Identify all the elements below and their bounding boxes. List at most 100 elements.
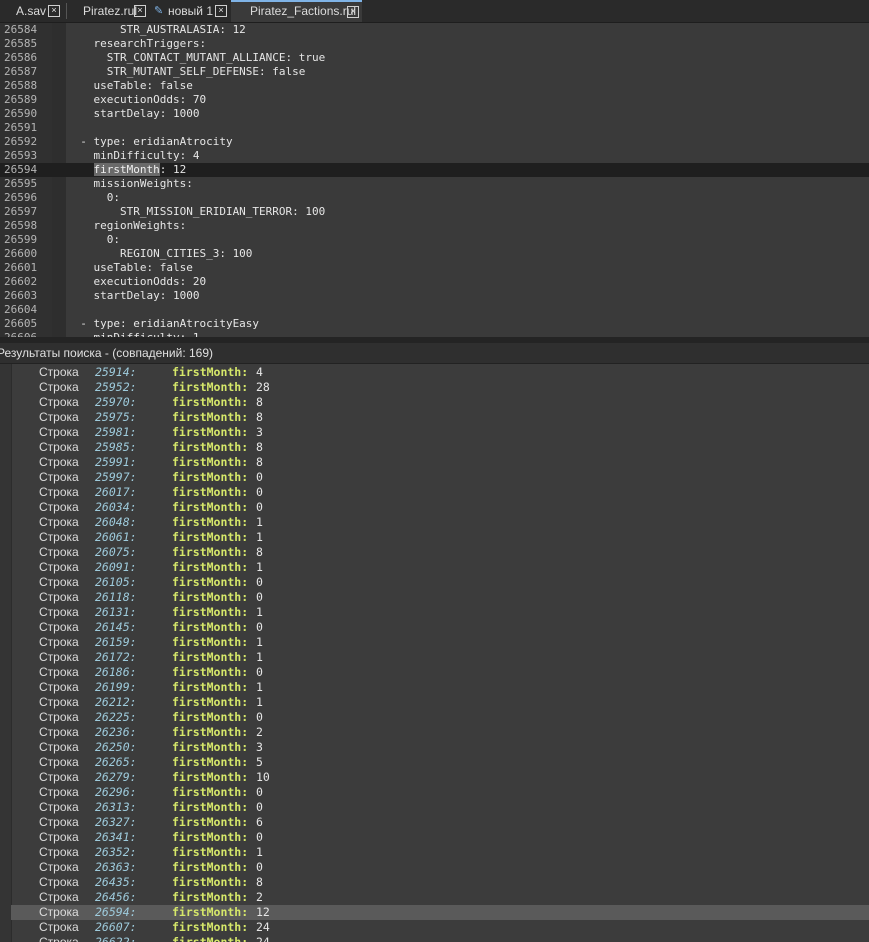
close-icon[interactable]: × — [48, 5, 60, 17]
search-match-highlight: firstMonth — [93, 163, 160, 176]
search-result-row[interactable]: Строка 26186: firstMonth: 0 — [11, 665, 869, 680]
tab-a-sav[interactable]: A.sav × — [0, 0, 63, 22]
search-result-row[interactable]: Строка 26296: firstMonth: 0 — [11, 785, 869, 800]
code-line[interactable]: 26594 firstMonth: 12 — [0, 163, 869, 177]
search-result-row[interactable]: Строка 26017: firstMonth: 0 — [11, 485, 869, 500]
code-line[interactable]: 26593 minDifficulty: 4 — [0, 149, 869, 163]
code-line[interactable]: 26589 executionOdds: 70 — [0, 93, 869, 107]
tab-piratez-factions-rul[interactable]: Piratez_Factions.rul × — [231, 0, 362, 22]
search-result-row[interactable]: Строка 26034: firstMonth: 0 — [11, 500, 869, 515]
code-line[interactable]: 26587 STR_MUTANT_SELF_DEFENSE: false — [0, 65, 869, 79]
code-text: - type: eridianAtrocityEasy — [67, 317, 260, 330]
code-line[interactable]: 26600 REGION_CITIES_3: 100 — [0, 247, 869, 261]
result-line-number: 26594: — [95, 905, 137, 919]
search-result-row[interactable]: Строка 26594: firstMonth: 12 — [11, 905, 869, 920]
result-line-number: 26225: — [95, 710, 137, 724]
search-result-row[interactable]: Строка 26363: firstMonth: 0 — [11, 860, 869, 875]
tab-new-1[interactable]: ✎ новый 1 × — [150, 0, 230, 22]
code-line[interactable]: 26591 — [0, 121, 869, 135]
code-line[interactable]: 26604 — [0, 303, 869, 317]
search-result-row[interactable]: Строка 26105: firstMonth: 0 — [11, 575, 869, 590]
search-result-row[interactable]: Строка 26225: firstMonth: 0 — [11, 710, 869, 725]
search-result-row[interactable]: Строка 26265: firstMonth: 5 — [11, 755, 869, 770]
search-result-row[interactable]: Строка 26091: firstMonth: 1 — [11, 560, 869, 575]
code-line[interactable]: 26597 STR_MISSION_ERIDIAN_TERROR: 100 — [0, 205, 869, 219]
search-result-row[interactable]: Строка 26199: firstMonth: 1 — [11, 680, 869, 695]
code-line[interactable]: 26595 missionWeights: — [0, 177, 869, 191]
search-result-row[interactable]: Строка 26250: firstMonth: 3 — [11, 740, 869, 755]
result-line-number: 26172: — [95, 650, 137, 664]
result-label: Строка — [39, 755, 79, 769]
result-match-key: firstMonth: — [172, 695, 249, 709]
search-result-row[interactable]: Строка 26145: firstMonth: 0 — [11, 620, 869, 635]
code-line[interactable]: 26588 useTable: false — [0, 79, 869, 93]
code-line[interactable]: 26603 startDelay: 1000 — [0, 289, 869, 303]
search-result-row[interactable]: Строка 25970: firstMonth: 8 — [11, 395, 869, 410]
search-result-row[interactable]: Строка 26131: firstMonth: 1 — [11, 605, 869, 620]
search-result-row[interactable]: Строка 26212: firstMonth: 1 — [11, 695, 869, 710]
search-result-row[interactable]: Строка 25952: firstMonth: 28 — [11, 380, 869, 395]
code-line[interactable]: 26584 STR_AUSTRALASIA: 12 — [0, 23, 869, 37]
search-results-panel[interactable]: Строка 25914: firstMonth: 4 Строка 25952: firs… — [0, 364, 869, 942]
search-result-row[interactable]: Строка 26118: firstMonth: 0 — [11, 590, 869, 605]
code-line[interactable]: 26602 executionOdds: 20 — [0, 275, 869, 289]
search-results-header[interactable]: Результаты поиска - (совпадений: 169) — [0, 343, 869, 364]
code-line[interactable]: 26605 - type: eridianAtrocityEasy — [0, 317, 869, 331]
result-label: Строка — [39, 665, 79, 679]
code-line[interactable]: 26601 useTable: false — [0, 261, 869, 275]
search-result-row[interactable]: Строка 26456: firstMonth: 2 — [11, 890, 869, 905]
close-icon[interactable]: × — [215, 5, 227, 17]
search-result-row[interactable]: Строка 25914: firstMonth: 4 — [11, 365, 869, 380]
search-result-row[interactable]: Строка 26607: firstMonth: 24 — [11, 920, 869, 935]
result-label: Строка — [39, 410, 79, 424]
result-line-number: 25952: — [95, 380, 137, 394]
search-result-row[interactable]: Строка 25975: firstMonth: 8 — [11, 410, 869, 425]
search-result-row[interactable]: Строка 25997: firstMonth: 0 — [11, 470, 869, 485]
search-result-row[interactable]: Строка 26075: firstMonth: 8 — [11, 545, 869, 560]
line-number: 26600 — [4, 247, 38, 260]
code-editor[interactable]: 26584 STR_AUSTRALASIA: 12 26585 researchT… — [0, 23, 869, 337]
tab-piratez-rul[interactable]: Piratez.rul × — [70, 0, 150, 22]
search-result-row[interactable]: Строка 26352: firstMonth: 1 — [11, 845, 869, 860]
code-line[interactable]: 26585 researchTriggers: — [0, 37, 869, 51]
result-line-number: 25914: — [95, 365, 137, 379]
result-match-value: 1 — [256, 560, 263, 574]
search-result-row[interactable]: Строка 26341: firstMonth: 0 — [11, 830, 869, 845]
result-match-key: firstMonth: — [172, 770, 249, 784]
search-result-row[interactable]: Строка 26061: firstMonth: 1 — [11, 530, 869, 545]
close-icon[interactable]: × — [134, 5, 146, 17]
search-result-row[interactable]: Строка 25991: firstMonth: 8 — [11, 455, 869, 470]
search-result-row[interactable]: Строка 26327: firstMonth: 6 — [11, 815, 869, 830]
result-match-key: firstMonth: — [172, 395, 249, 409]
search-result-row[interactable]: Строка 26048: firstMonth: 1 — [11, 515, 869, 530]
search-result-row[interactable]: Строка 25981: firstMonth: 3 — [11, 425, 869, 440]
search-result-row[interactable]: Строка 26313: firstMonth: 0 — [11, 800, 869, 815]
result-match-value: 10 — [256, 770, 270, 784]
code-line[interactable]: 26599 0: — [0, 233, 869, 247]
search-result-row[interactable]: Строка 26172: firstMonth: 1 — [11, 650, 869, 665]
search-result-row[interactable]: Строка 26622: firstMonth: 24 — [11, 935, 869, 942]
search-result-row[interactable]: Строка 26435: firstMonth: 8 — [11, 875, 869, 890]
line-number: 26601 — [4, 261, 38, 274]
result-match-key: firstMonth: — [172, 725, 249, 739]
search-result-row[interactable]: Строка 26159: firstMonth: 1 — [11, 635, 869, 650]
result-label: Строка — [39, 590, 79, 604]
line-number: 26603 — [4, 289, 38, 302]
search-result-row[interactable]: Строка 25985: firstMonth: 8 — [11, 440, 869, 455]
result-label: Строка — [39, 515, 79, 529]
result-match-key: firstMonth: — [172, 620, 249, 634]
result-match-key: firstMonth: — [172, 935, 249, 942]
search-result-row[interactable]: Строка 26279: firstMonth: 10 — [11, 770, 869, 785]
result-match-value: 8 — [256, 410, 263, 424]
search-result-row[interactable]: Строка 26236: firstMonth: 2 — [11, 725, 869, 740]
code-line[interactable]: 26590 startDelay: 1000 — [0, 107, 869, 121]
result-match-value: 24 — [256, 920, 270, 934]
code-line[interactable]: 26596 0: — [0, 191, 869, 205]
result-match-value: 5 — [256, 755, 263, 769]
result-label: Строка — [39, 380, 79, 394]
code-line[interactable]: 26592 - type: eridianAtrocity — [0, 135, 869, 149]
code-line[interactable]: 26598 regionWeights: — [0, 219, 869, 233]
close-icon[interactable]: × — [347, 6, 359, 18]
code-line[interactable]: 26586 STR_CONTACT_MUTANT_ALLIANCE: true — [0, 51, 869, 65]
